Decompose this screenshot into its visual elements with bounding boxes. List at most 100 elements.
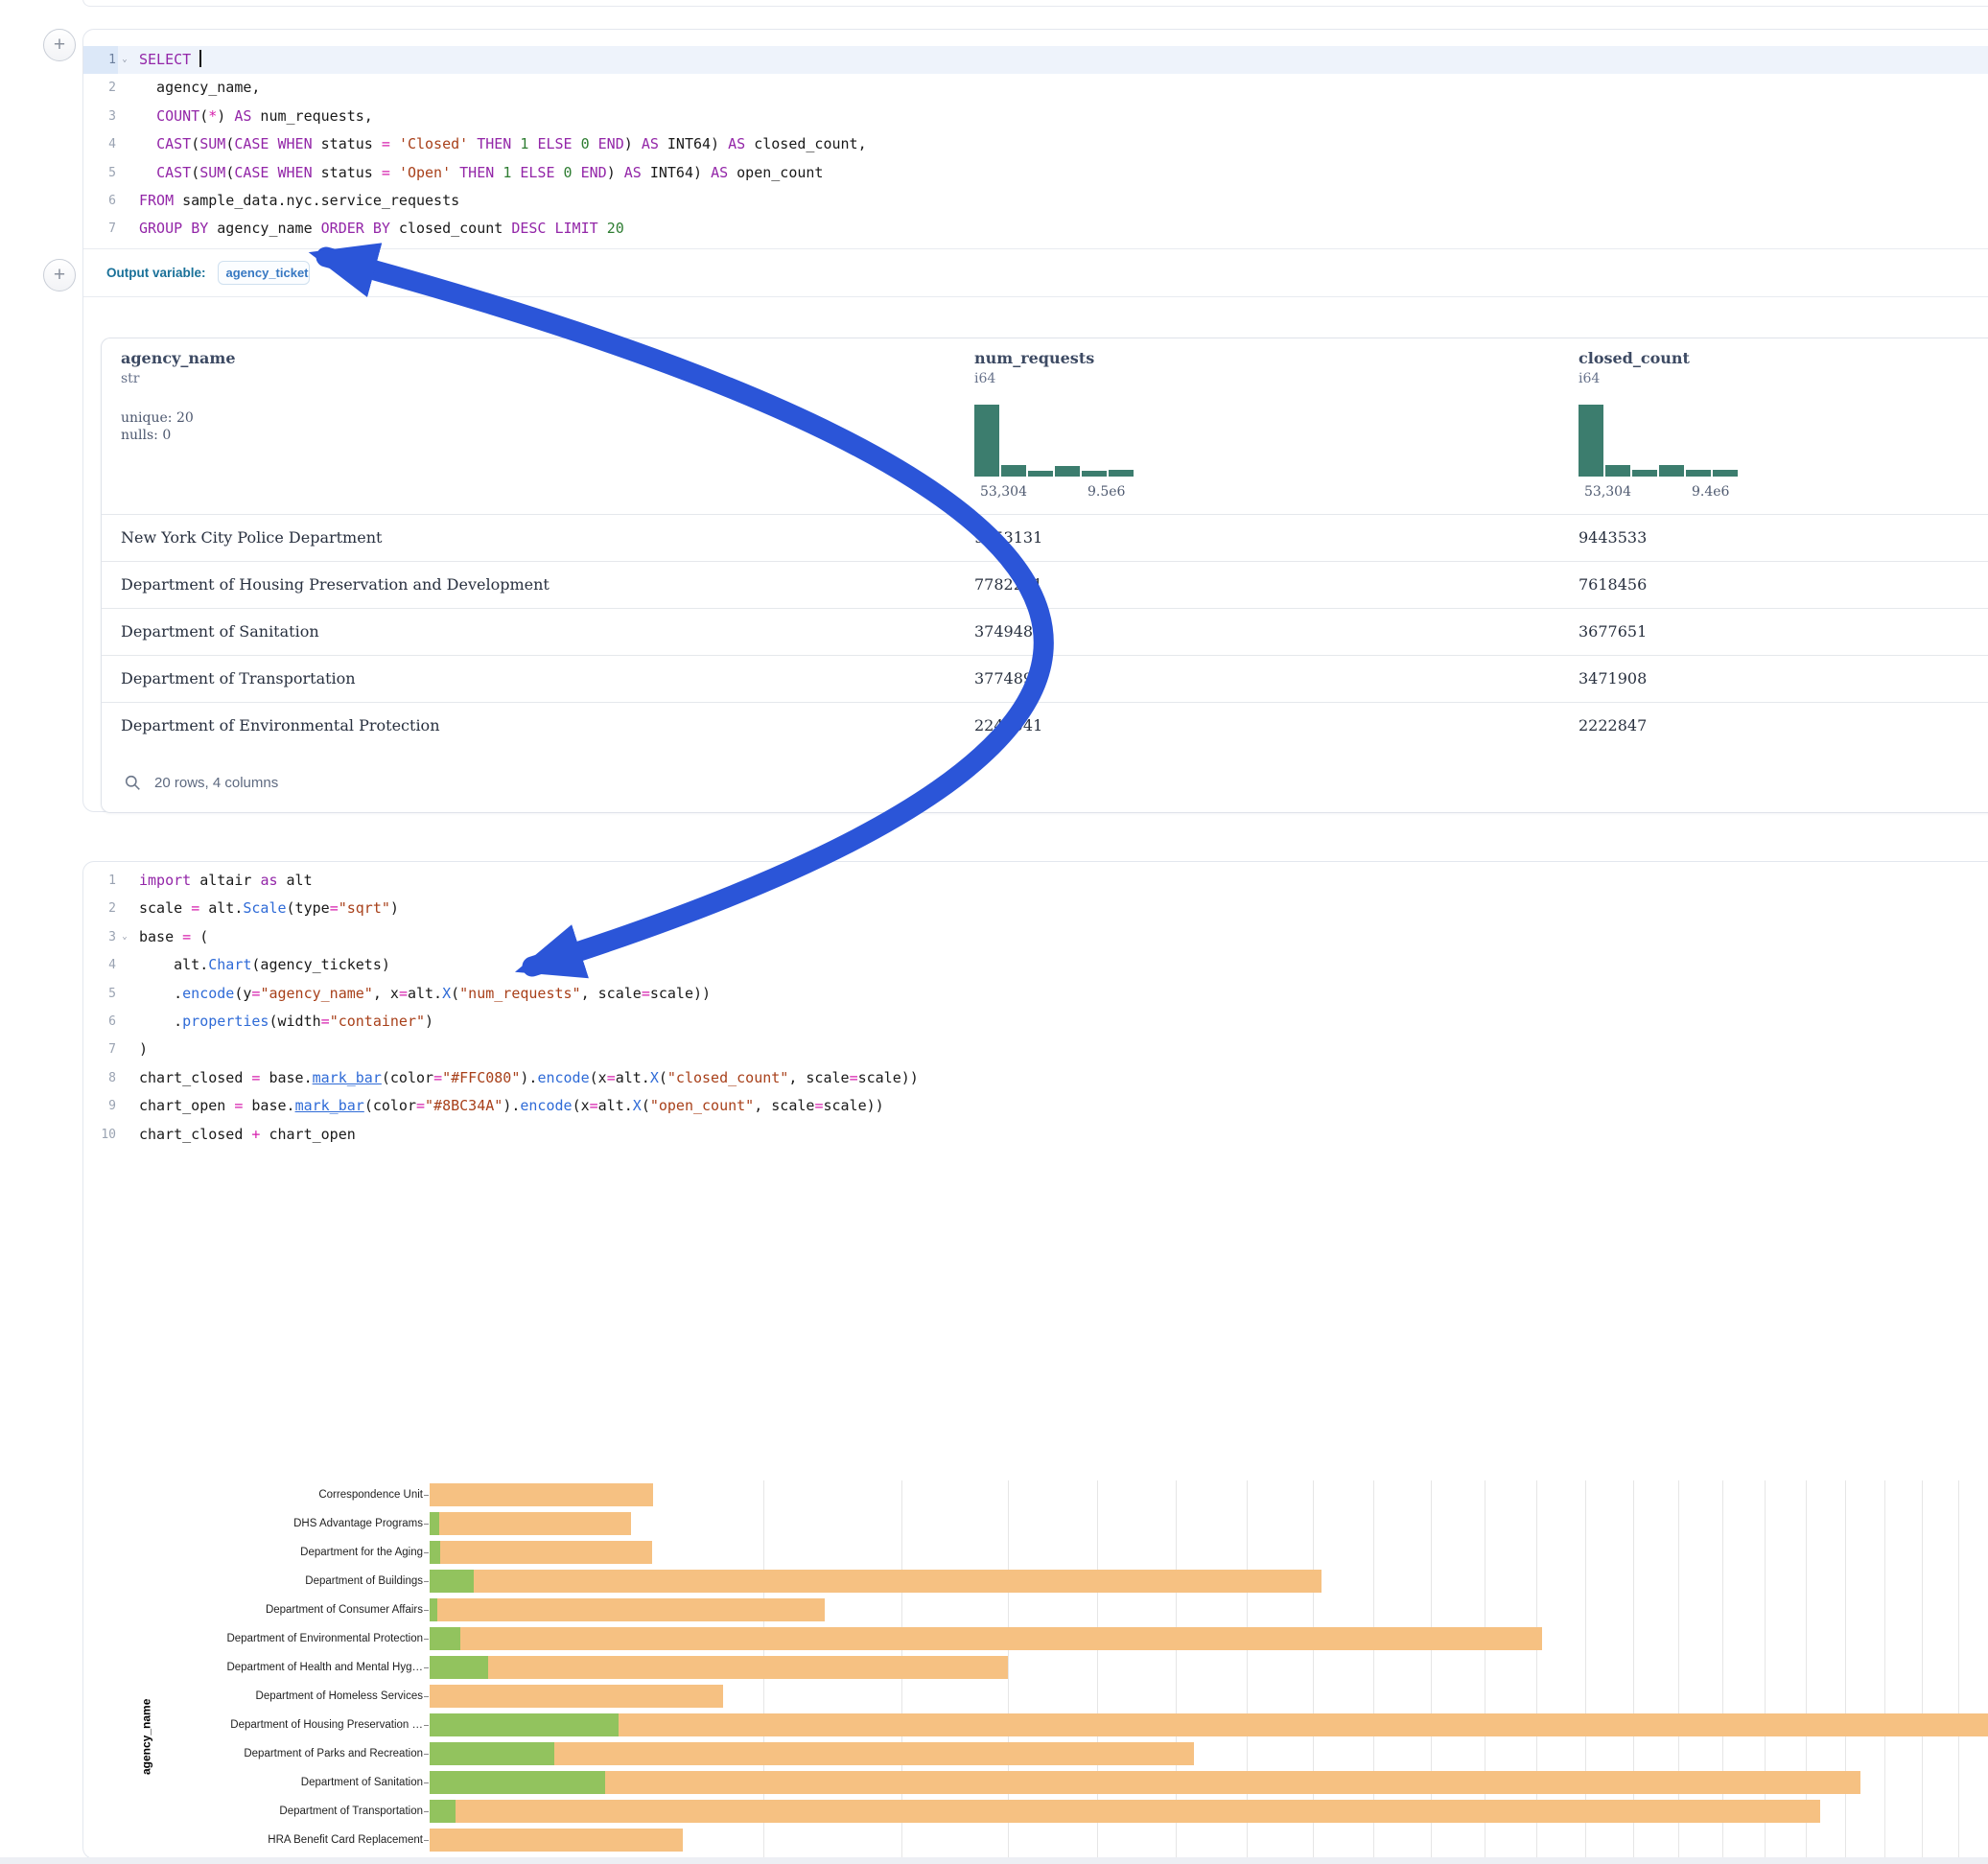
column-type: i64 <box>974 371 1094 386</box>
bar-closed <box>430 1541 652 1564</box>
table-row[interactable]: Department of Sanitation37494853677651 <box>102 609 1988 656</box>
y-axis-label: HRA Benefit Card Replacement <box>83 1834 423 1846</box>
line-number: 2 <box>83 895 118 922</box>
fold-chevron-icon[interactable]: ⌄ <box>118 923 131 951</box>
line-number: 5 <box>83 159 118 187</box>
code-line[interactable]: 6 .properties(width="container") <box>83 1008 1988 1036</box>
line-number: 7 <box>83 1036 118 1063</box>
histogram-bar <box>1579 405 1603 477</box>
bar-open <box>430 1570 474 1593</box>
code-line[interactable]: 7) <box>83 1036 1988 1063</box>
table-row[interactable]: Department of Transportation377489234719… <box>102 656 1988 703</box>
bar-open <box>430 1771 605 1794</box>
y-axis-label: Department of Environmental Protection <box>83 1633 423 1644</box>
code-text: chart_open = base.mark_bar(color="#8BC34… <box>131 1092 884 1120</box>
y-axis-tick <box>424 1639 429 1640</box>
bar-open <box>430 1800 456 1823</box>
table-cell: 3471908 <box>1579 656 1647 702</box>
output-variable-band: Output variable: agency_tickets <box>83 248 1988 297</box>
code-text: CAST(SUM(CASE WHEN status = 'Closed' THE… <box>131 130 867 158</box>
code-text: SELECT <box>131 46 201 74</box>
bar-closed <box>430 1771 1860 1794</box>
output-variable-pill[interactable]: agency_tickets <box>218 261 310 285</box>
fold-spacer <box>118 74 131 102</box>
column-name: agency_name <box>121 349 236 367</box>
y-axis-tick <box>424 1840 429 1841</box>
code-line[interactable]: 3 COUNT(*) AS num_requests, <box>83 103 1988 130</box>
fold-spacer <box>118 159 131 187</box>
table-cell: 7618456 <box>1579 562 1647 608</box>
column-header[interactable]: num_requestsi64 <box>974 349 1094 386</box>
line-number: 6 <box>83 187 118 215</box>
code-text: ) <box>131 1036 148 1063</box>
table-row[interactable]: New York City Police Department945313194… <box>102 515 1988 562</box>
fold-spacer <box>118 867 131 895</box>
mini-histogram <box>1579 405 1738 477</box>
python-cell: 1import altair as alt2scale = alt.Scale(… <box>82 861 1988 1859</box>
code-line[interactable]: 10chart_closed + chart_open <box>83 1121 1988 1149</box>
table-body: New York City Police Department945313194… <box>102 515 1988 749</box>
code-line[interactable]: 1⌄SELECT <box>83 46 1988 74</box>
table-cell: 7782211 <box>974 562 1042 608</box>
fold-spacer <box>118 1121 131 1149</box>
table-cell: 3749485 <box>974 609 1042 655</box>
line-number: 6 <box>83 1008 118 1036</box>
column-header[interactable]: closed_count i64 <box>1579 349 1690 386</box>
python-editor[interactable]: 1import altair as alt2scale = alt.Scale(… <box>83 862 1988 1149</box>
code-line[interactable]: 7GROUP BY agency_name ORDER BY closed_co… <box>83 215 1988 243</box>
y-axis-tick <box>424 1610 429 1611</box>
table-cell: 2240041 <box>974 703 1042 749</box>
histogram-bar <box>1055 466 1080 477</box>
column-header[interactable]: agency_namestr <box>121 349 236 386</box>
y-axis-label: Correspondence Unit <box>83 1489 423 1501</box>
code-line[interactable]: 2 agency_name, <box>83 74 1988 102</box>
add-cell-button[interactable]: + <box>43 29 76 61</box>
add-cell-button[interactable]: + <box>43 259 76 291</box>
code-line[interactable]: 4 CAST(SUM(CASE WHEN status = 'Closed' T… <box>83 130 1988 158</box>
bar-open <box>430 1713 619 1736</box>
histogram-bar <box>1713 470 1738 477</box>
code-line[interactable]: 4 alt.Chart(agency_tickets) <box>83 951 1988 979</box>
code-line[interactable]: 6FROM sample_data.nyc.service_requests <box>83 187 1988 215</box>
bar-open <box>430 1627 460 1650</box>
code-line[interactable]: 9chart_open = base.mark_bar(color="#8BC3… <box>83 1092 1988 1120</box>
y-axis-tick <box>424 1667 429 1668</box>
code-line[interactable]: 3⌄base = ( <box>83 923 1988 951</box>
gridline <box>1958 1480 1959 1859</box>
y-axis-title: agency_name <box>140 1699 153 1775</box>
fold-spacer <box>118 1092 131 1120</box>
text-caret <box>199 50 201 67</box>
histogram-max-label: 9.5e6 <box>1088 484 1125 500</box>
search-icon[interactable] <box>125 775 141 791</box>
code-line[interactable]: 1import altair as alt <box>83 867 1988 895</box>
table-row[interactable]: Department of Housing Preservation and D… <box>102 562 1988 609</box>
line-number: 1 <box>83 46 118 74</box>
code-text: base = ( <box>131 923 208 951</box>
y-axis-tick <box>424 1581 429 1582</box>
line-number: 7 <box>83 215 118 243</box>
sql-cell: 1⌄SELECT 2 agency_name,3 COUNT(*) AS num… <box>82 29 1988 812</box>
code-line[interactable]: 5 CAST(SUM(CASE WHEN status = 'Open' THE… <box>83 159 1988 187</box>
column-type: i64 <box>1579 371 1690 386</box>
code-text: alt.Chart(agency_tickets) <box>131 951 390 979</box>
code-text: CAST(SUM(CASE WHEN status = 'Open' THEN … <box>131 159 823 187</box>
sql-editor[interactable]: 1⌄SELECT 2 agency_name,3 COUNT(*) AS num… <box>83 30 1988 244</box>
y-axis-tick <box>424 1524 429 1525</box>
line-number: 3 <box>83 103 118 130</box>
bar-closed <box>430 1598 825 1621</box>
fold-spacer <box>118 1064 131 1092</box>
line-number: 2 <box>83 74 118 102</box>
histogram-bar <box>1109 470 1134 477</box>
mini-histogram <box>974 405 1134 477</box>
y-axis-tick <box>424 1725 429 1726</box>
code-line[interactable]: 2scale = alt.Scale(type="sqrt") <box>83 895 1988 922</box>
column-name: closed_count <box>1579 349 1690 367</box>
code-line[interactable]: 8chart_closed = base.mark_bar(color="#FF… <box>83 1064 1988 1092</box>
table-row[interactable]: Department of Environmental Protection22… <box>102 703 1988 749</box>
code-line[interactable]: 5 .encode(y="agency_name", x=alt.X("num_… <box>83 980 1988 1008</box>
histogram-min-label: 53,304 <box>980 484 1027 500</box>
fold-spacer <box>118 951 131 979</box>
fold-chevron-icon[interactable]: ⌄ <box>118 46 131 74</box>
y-axis-tick <box>424 1495 429 1496</box>
fold-spacer <box>118 1008 131 1036</box>
